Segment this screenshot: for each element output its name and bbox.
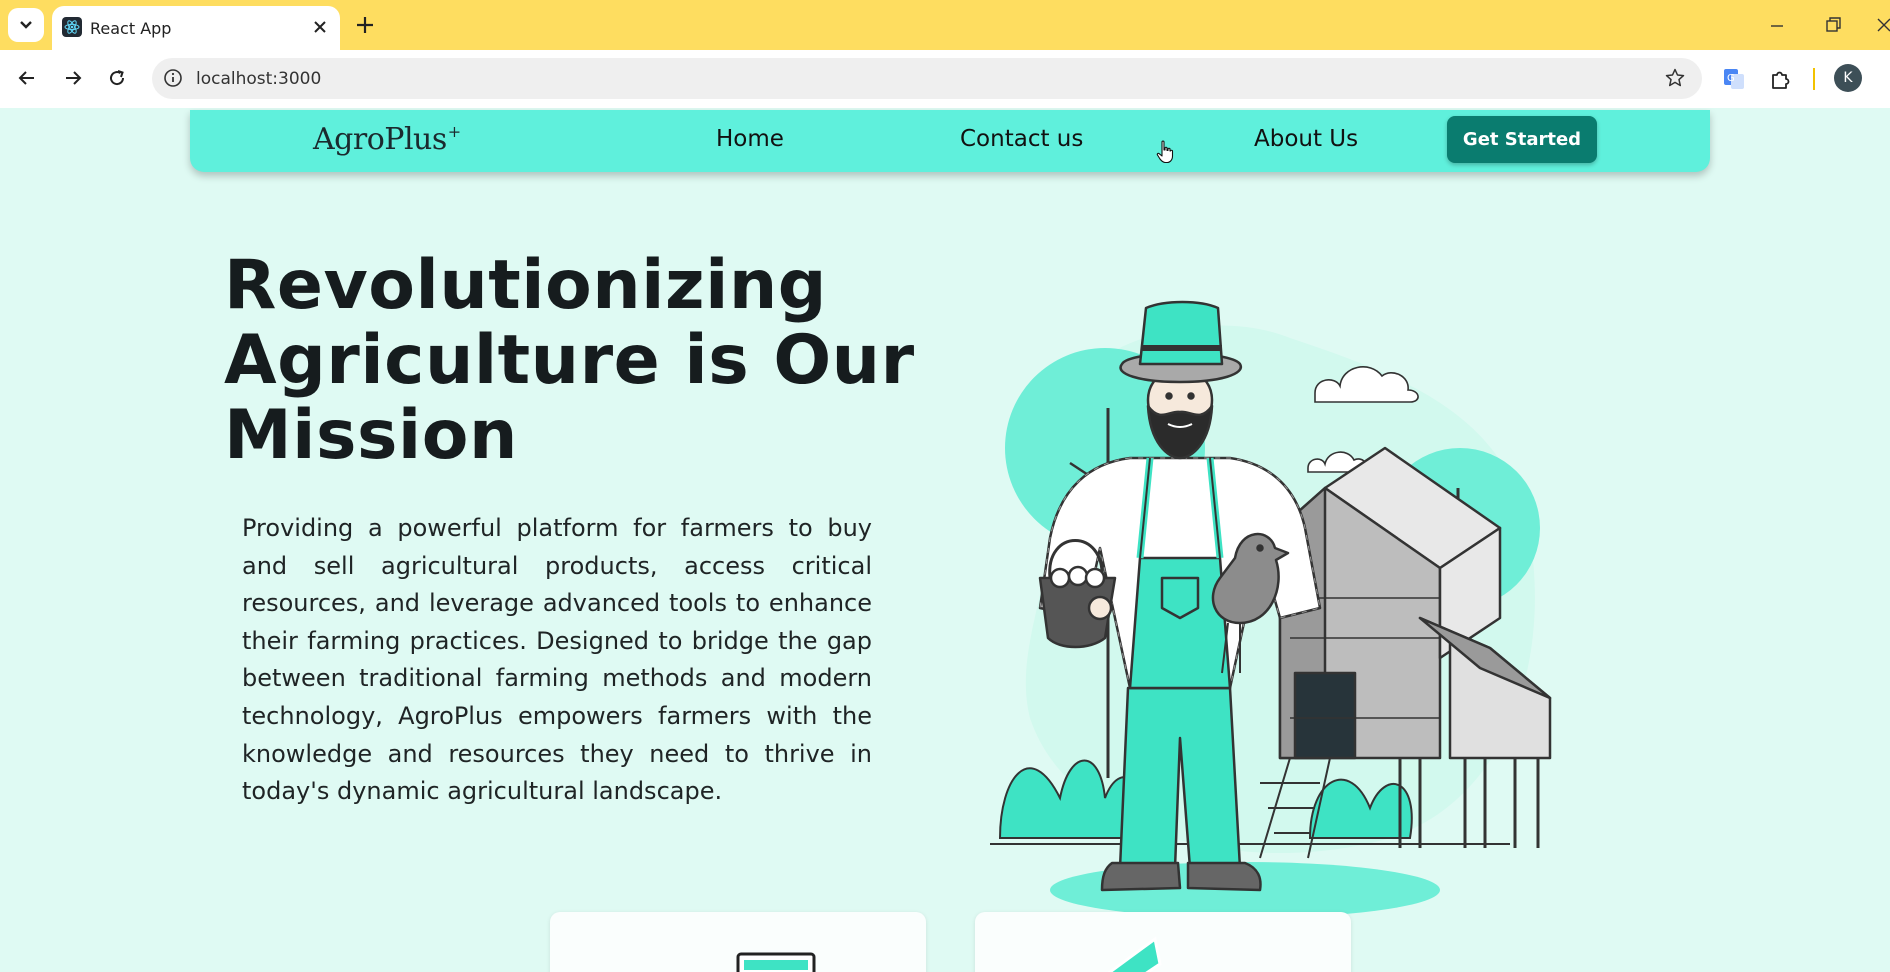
site-navbar: AgroPlus+ Home Contact us About Us Get S…: [190, 110, 1710, 172]
nav-link-contact[interactable]: Contact us: [960, 126, 1083, 152]
minimize-icon[interactable]: [1766, 15, 1788, 37]
nav-link-about[interactable]: About Us: [1254, 126, 1358, 152]
farmer-illustration: [990, 300, 1552, 918]
hand-cursor-icon: [1156, 140, 1174, 164]
get-started-button[interactable]: Get Started: [1447, 116, 1597, 163]
bookmark-star-icon[interactable]: [1664, 67, 1686, 89]
extensions-puzzle-icon[interactable]: [1767, 65, 1795, 93]
browser-tab[interactable]: React App: [52, 6, 340, 50]
tab-title: React App: [90, 19, 172, 38]
feature-card[interactable]: [550, 912, 926, 972]
feature-card[interactable]: [975, 912, 1351, 972]
window-close-icon[interactable]: [1872, 14, 1890, 36]
site-logo[interactable]: AgroPlus+: [313, 122, 461, 157]
browser-tabstrip: React App: [0, 0, 1890, 50]
new-tab-plus-icon[interactable]: [353, 13, 377, 37]
url-text[interactable]: localhost:3000: [196, 69, 321, 89]
svg-text:G: G: [1727, 73, 1735, 84]
laptop-icon: [736, 952, 816, 972]
site-info-icon[interactable]: [162, 67, 184, 89]
translate-extension-icon[interactable]: G: [1720, 65, 1748, 93]
browser-toolbar: localhost:3000 G K: [0, 50, 1890, 108]
tool-icon: [1107, 936, 1162, 972]
toolbar-divider: [1813, 68, 1815, 90]
logo-text: AgroPlus: [313, 122, 447, 157]
page-viewport: AgroPlus+ Home Contact us About Us Get S…: [0, 108, 1890, 972]
logo-plus-mark: +: [447, 122, 461, 141]
tab-search-button[interactable]: [8, 8, 44, 42]
react-logo-icon: [62, 17, 82, 37]
profile-avatar[interactable]: K: [1834, 64, 1862, 92]
chevron-down-icon: [20, 21, 32, 29]
hero-title: Revolutionizing Agriculture is Our Missi…: [224, 246, 915, 475]
forward-arrow-icon[interactable]: [58, 63, 88, 93]
hero-description: Providing a powerful platform for farmer…: [242, 514, 872, 806]
close-icon[interactable]: [312, 19, 328, 35]
back-arrow-icon[interactable]: [12, 63, 42, 93]
reload-icon[interactable]: [102, 63, 132, 93]
address-bar[interactable]: localhost:3000: [152, 58, 1702, 99]
restore-window-icon[interactable]: [1822, 14, 1844, 36]
nav-link-home[interactable]: Home: [716, 126, 784, 152]
